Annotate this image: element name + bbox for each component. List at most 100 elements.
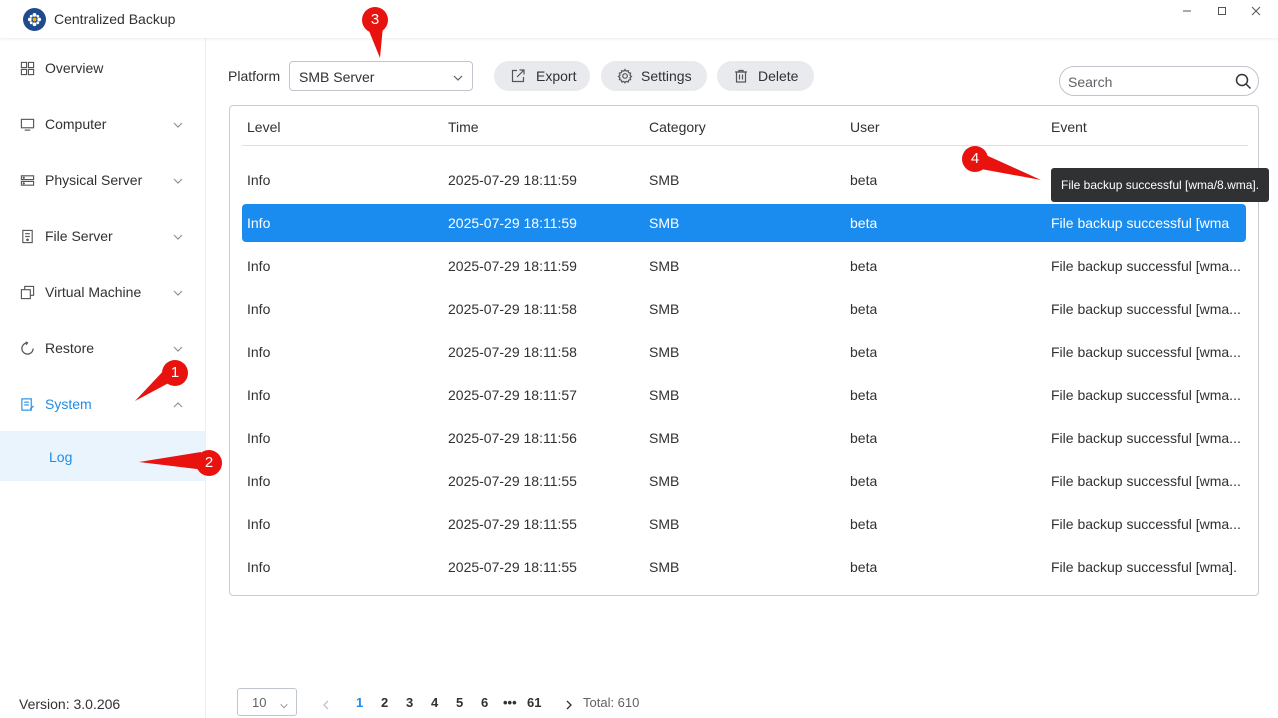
table-row[interactable]: Info 2025-07-29 18:11:58 SMB beta File backu…	[242, 333, 1246, 371]
cell-time: 2025-07-29 18:11:55	[448, 559, 577, 575]
column-header-level[interactable]: Level	[247, 119, 280, 135]
cell-time: 2025-07-29 18:11:59	[448, 215, 577, 231]
cell-user: beta	[850, 258, 878, 274]
cell-category: SMB	[649, 559, 680, 575]
search-box	[1059, 66, 1259, 96]
monitor-icon	[19, 116, 35, 132]
cell-time: 2025-07-29 18:11:55	[448, 473, 577, 489]
search-icon[interactable]	[1235, 73, 1252, 93]
page-number[interactable]: 3	[406, 695, 413, 710]
sidebar-item-physical-server[interactable]: Physical Server	[0, 160, 205, 200]
chevron-down-icon	[279, 698, 289, 714]
table-row[interactable]: Info 2025-07-29 18:11:55 SMB beta File backu…	[242, 548, 1246, 586]
cell-level: Info	[247, 387, 271, 403]
cell-category: SMB	[649, 301, 680, 317]
next-page-icon[interactable]	[564, 697, 574, 710]
platform-select[interactable]: SMB Server	[289, 61, 473, 91]
chevron-down-icon	[452, 71, 464, 87]
table-row[interactable]: Info 2025-07-29 18:11:55 SMB beta File backu…	[242, 462, 1246, 500]
table-row[interactable]: Info 2025-07-29 18:11:55 SMB beta File backu…	[242, 505, 1246, 543]
cell-level: Info	[247, 516, 271, 532]
gear-icon	[617, 68, 633, 84]
column-header-event[interactable]: Event	[1051, 119, 1087, 135]
delete-label: Delete	[758, 68, 799, 84]
cell-level: Info	[247, 344, 271, 360]
cell-event: File backup successful [wma...	[1051, 344, 1241, 360]
cell-category: SMB	[649, 172, 680, 188]
virtual-machine-icon	[19, 284, 35, 300]
cell-event: File backup successful [wma].	[1051, 559, 1237, 575]
sidebar-item-file-server[interactable]: File Server	[0, 216, 205, 256]
page-number[interactable]: 4	[431, 695, 438, 710]
table-row[interactable]: Info 2025-07-29 18:11:57 SMB beta File backu…	[242, 376, 1246, 414]
chevron-up-icon	[172, 398, 184, 410]
cell-user: beta	[850, 172, 878, 188]
cell-event: File backup successful [wma...	[1051, 387, 1241, 403]
cell-event: File backup successful [wma...	[1051, 301, 1241, 317]
table-row[interactable]: Info 2025-07-29 18:11:59 SMB beta File backu…	[242, 204, 1246, 242]
annotation-marker-2: 2	[196, 450, 222, 476]
app-title: Centralized Backup	[54, 11, 176, 27]
page-number[interactable]: 5	[456, 695, 463, 710]
page-ellipsis[interactable]: •••	[503, 695, 517, 710]
export-button[interactable]: Export	[494, 61, 590, 91]
table-row[interactable]: Info 2025-07-29 18:11:59 SMB beta File backu…	[242, 247, 1246, 285]
chevron-down-icon	[172, 286, 184, 298]
settings-label: Settings	[641, 68, 692, 84]
delete-button[interactable]: Delete	[717, 61, 814, 91]
page-number[interactable]: 61	[527, 695, 541, 710]
chevron-down-icon	[172, 118, 184, 130]
cell-level: Info	[247, 258, 271, 274]
cell-time: 2025-07-29 18:11:59	[448, 172, 577, 188]
column-header-user[interactable]: User	[850, 119, 880, 135]
maximize-icon[interactable]	[1211, 4, 1233, 20]
sidebar-item-system[interactable]: System	[0, 384, 205, 424]
page-number[interactable]: 6	[481, 695, 488, 710]
sidebar-item-label: System	[45, 396, 92, 412]
table-row[interactable]: Info 2025-07-29 18:11:56 SMB beta File backu…	[242, 419, 1246, 457]
cell-category: SMB	[649, 473, 680, 489]
page-size-select[interactable]: 10	[237, 688, 297, 716]
sidebar-item-label: Virtual Machine	[45, 284, 142, 300]
cell-time: 2025-07-29 18:11:58	[448, 301, 577, 317]
chevron-down-icon	[172, 342, 184, 354]
prev-page-icon[interactable]	[321, 697, 331, 710]
cell-user: beta	[850, 301, 878, 317]
cell-time: 2025-07-29 18:11:57	[448, 387, 577, 403]
cell-level: Info	[247, 215, 271, 231]
sidebar-item-overview[interactable]: Overview	[0, 48, 205, 88]
chevron-down-icon	[172, 230, 184, 242]
app-logo-icon	[23, 8, 46, 31]
minimize-icon[interactable]	[1176, 4, 1198, 20]
sidebar-item-virtual-machine[interactable]: Virtual Machine	[0, 272, 205, 312]
settings-button[interactable]: Settings	[601, 61, 707, 91]
cell-user: beta	[850, 430, 878, 446]
cell-event: File backup successful [wma...	[1051, 516, 1241, 532]
column-header-time[interactable]: Time	[448, 119, 479, 135]
cell-category: SMB	[649, 344, 680, 360]
pagination-total: Total: 610	[583, 695, 640, 710]
search-input[interactable]	[1068, 72, 1228, 92]
cell-user: beta	[850, 473, 878, 489]
column-header-category[interactable]: Category	[649, 119, 706, 135]
table-row[interactable]: Info 2025-07-29 18:11:58 SMB beta File backu…	[242, 290, 1246, 328]
sidebar-subitem-log[interactable]: Log	[0, 431, 205, 481]
platform-select-value: SMB Server	[299, 69, 375, 85]
event-tooltip-text: File backup successful [wma/8.wma].	[1061, 178, 1260, 192]
cell-user: beta	[850, 387, 878, 403]
page-number[interactable]: 1	[356, 695, 363, 710]
sidebar-item-label: Physical Server	[45, 172, 143, 188]
cell-event: File backup successful [wma...	[1051, 473, 1241, 489]
export-icon	[510, 68, 526, 84]
cell-event: File backup successful [wma	[1051, 215, 1230, 231]
restore-icon	[19, 340, 35, 356]
cell-level: Info	[247, 301, 271, 317]
cell-time: 2025-07-29 18:11:59	[448, 258, 577, 274]
sidebar-item-label: File Server	[45, 228, 113, 244]
sidebar-item-computer[interactable]: Computer	[0, 104, 205, 144]
page-number[interactable]: 2	[381, 695, 388, 710]
event-tooltip: File backup successful [wma/8.wma].	[1051, 168, 1269, 202]
table-header: Level Time Category User Event	[242, 106, 1248, 146]
close-icon[interactable]	[1245, 4, 1267, 20]
cell-level: Info	[247, 172, 271, 188]
